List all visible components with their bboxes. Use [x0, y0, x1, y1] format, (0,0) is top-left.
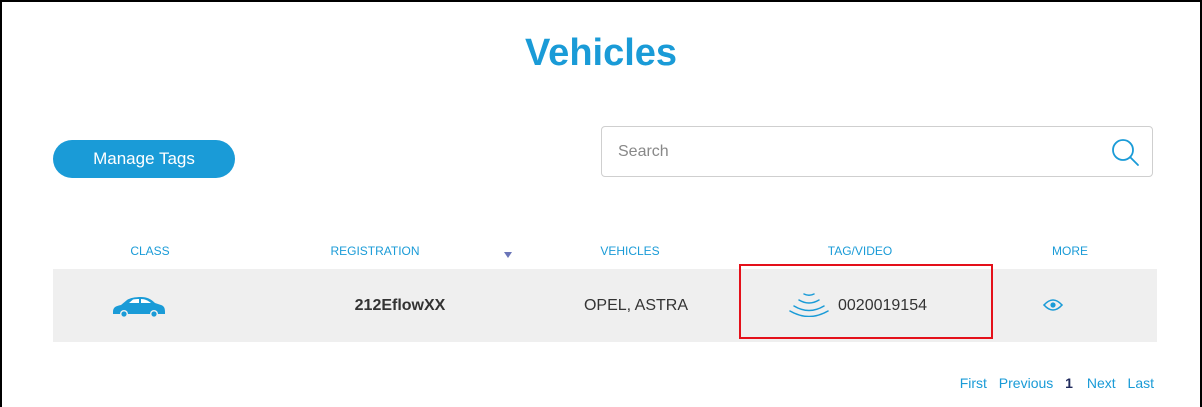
- registration-cell: 212EflowXX: [354, 297, 446, 314]
- sort-descending-icon[interactable]: [504, 252, 512, 258]
- vehicle-cell: OPEL, ASTRA: [583, 297, 689, 314]
- column-header-vehicles[interactable]: VEHICLES: [570, 244, 690, 258]
- search-input[interactable]: [602, 127, 1092, 176]
- pagination-next[interactable]: Next: [1087, 375, 1116, 391]
- pagination-first[interactable]: First: [960, 375, 987, 391]
- pagination-current-page: 1: [1065, 375, 1073, 391]
- column-header-registration[interactable]: REGISTRATION: [300, 244, 450, 258]
- column-header-tag-video[interactable]: TAG/VIDEO: [790, 244, 930, 258]
- column-header-more: MORE: [1052, 244, 1088, 258]
- pagination: First Previous 1 Next Last: [952, 375, 1154, 391]
- car-icon: [113, 297, 165, 318]
- manage-tags-button[interactable]: Manage Tags: [53, 140, 235, 178]
- page-title: Vehicles: [524, 32, 678, 74]
- search-box: [601, 126, 1153, 177]
- tag-cell: 0020019154: [838, 297, 927, 314]
- search-icon[interactable]: [1110, 137, 1140, 167]
- table-row[interactable]: 212EflowXX OPEL, ASTRA 0020019154: [53, 269, 1157, 342]
- column-header-class[interactable]: CLASS: [90, 244, 210, 258]
- rfid-tag-icon: [789, 293, 829, 317]
- eye-icon[interactable]: [1043, 298, 1063, 312]
- pagination-last[interactable]: Last: [1128, 375, 1154, 391]
- pagination-previous[interactable]: Previous: [999, 375, 1053, 391]
